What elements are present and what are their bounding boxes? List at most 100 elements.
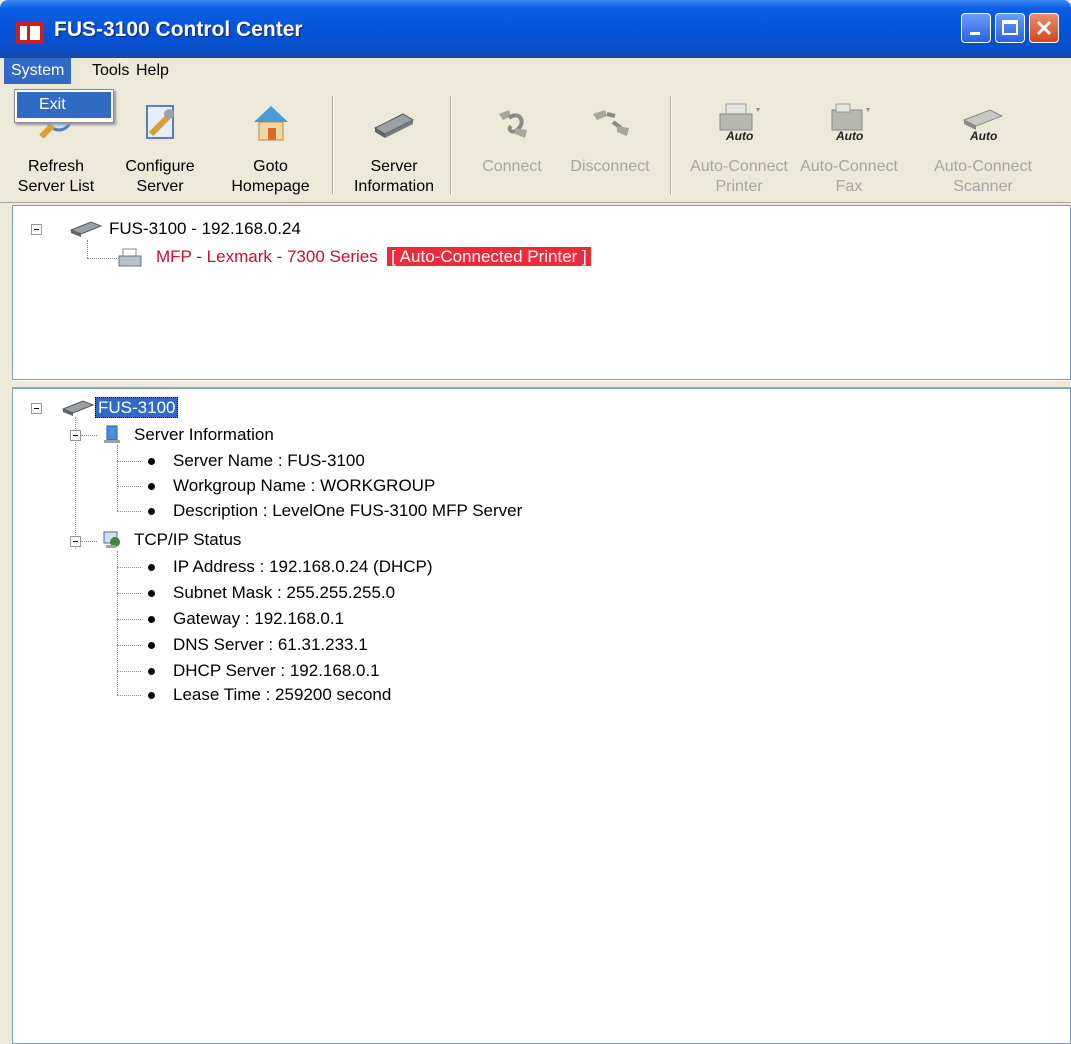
collapse-toggle[interactable] (70, 430, 81, 441)
printer-icon (118, 248, 142, 267)
tree-line (117, 486, 141, 487)
tree-line (87, 258, 117, 259)
tree-line (117, 511, 141, 512)
menu-exit[interactable]: Exit (17, 92, 111, 118)
detail-item: Workgroup Name : WORKGROUP (173, 476, 436, 495)
collapse-toggle[interactable] (70, 536, 81, 547)
home-icon (253, 106, 288, 141)
collapse-toggle[interactable] (31, 403, 42, 414)
levelone-logo-icon (16, 22, 44, 44)
auto-fax-label-2: Fax (835, 178, 863, 195)
bullet-icon (148, 508, 155, 515)
auto-connect-fax-button[interactable]: Auto Auto-Connect Fax (796, 100, 902, 200)
tree-line (81, 435, 97, 436)
status-badge: [ Auto-Connected Printer ] (387, 247, 591, 266)
server-information-button[interactable]: Server Information (348, 100, 440, 200)
device-list-item[interactable]: MFP - Lexmark - 7300 Series [ Auto-Conne… (156, 246, 591, 268)
configure-server-button[interactable]: Configure Server (120, 100, 200, 200)
detail-item: IP Address : 192.168.0.24 (DHCP) (173, 557, 433, 576)
group-server-information[interactable]: Server Information (134, 424, 274, 446)
tree-line (117, 671, 141, 672)
group-tcpip-status[interactable]: TCP/IP Status (134, 529, 241, 551)
wrench-icon (146, 105, 174, 139)
system-dropdown-menu: Exit (14, 89, 114, 123)
tree-line (87, 240, 88, 258)
toolbar-separator (670, 96, 672, 194)
detail-item: Server Name : FUS-3100 (173, 451, 365, 470)
printer-icon: Auto (719, 103, 760, 143)
pane-splitter[interactable] (12, 380, 1071, 388)
server-device-icon (61, 400, 95, 416)
configure-label-1: Configure (125, 158, 195, 175)
tree-line (81, 541, 97, 542)
auto-scanner-label-1: Auto-Connect (934, 158, 1032, 175)
app-window: FUS-3100 Control Center System Tools Hel… (0, 0, 1071, 1044)
tree-line (117, 645, 141, 646)
title-bar[interactable]: FUS-3100 Control Center (0, 0, 1071, 58)
bullet-icon (148, 642, 155, 649)
fax-icon: Auto (831, 103, 870, 143)
close-button[interactable] (1029, 13, 1059, 43)
detail-item: Lease Time : 259200 second (173, 685, 392, 704)
server-device-icon (69, 221, 103, 237)
server-info-label-1: Server (370, 158, 418, 175)
bullet-icon (148, 616, 155, 623)
tree-line (117, 567, 141, 568)
menu-system[interactable]: System (4, 58, 72, 84)
toolbar-separator (450, 96, 452, 194)
homepage-label-1: Goto (253, 158, 288, 175)
collapse-toggle[interactable] (31, 224, 42, 235)
auto-connect-printer-button[interactable]: Auto Auto-Connect Printer (686, 100, 792, 200)
bullet-icon (148, 692, 155, 699)
disconnect-button[interactable]: Disconnect (560, 100, 660, 200)
bullet-icon (148, 458, 155, 465)
tree-root[interactable]: FUS-3100 (95, 397, 179, 419)
minimize-icon (970, 32, 980, 35)
maximize-button[interactable] (995, 13, 1025, 43)
window-title: FUS-3100 Control Center (54, 18, 303, 41)
bullet-icon (148, 590, 155, 597)
tree-line (117, 461, 141, 462)
bullet-icon (148, 483, 155, 490)
connect-button[interactable]: Connect (470, 100, 554, 200)
toolbar: Refresh Server List Configure Server Goto H… (0, 84, 1071, 203)
auto-printer-label-1: Auto-Connect (690, 158, 788, 175)
auto-badge: Auto (835, 129, 863, 143)
tree-line (117, 695, 141, 696)
device-name: MFP - Lexmark - 7300 Series (156, 247, 378, 266)
toolbar-separator (332, 96, 334, 194)
menu-bar: System Tools Help (0, 58, 1071, 84)
server-list-item[interactable]: FUS-3100 - 192.168.0.24 (109, 218, 301, 240)
close-icon (1036, 20, 1052, 36)
network-server-icon (104, 425, 120, 443)
auto-connect-scanner-button[interactable]: Auto Auto-Connect Scanner (928, 100, 1038, 200)
tree-line (117, 619, 141, 620)
minimize-button[interactable] (961, 13, 991, 43)
auto-printer-label-2: Printer (715, 178, 763, 195)
server-list-pane[interactable]: FUS-3100 - 192.168.0.24 MFP - Lexmark - … (12, 205, 1071, 380)
auto-badge: Auto (969, 129, 997, 143)
auto-scanner-label-2: Scanner (953, 178, 1013, 195)
homepage-label-2: Homepage (231, 178, 310, 195)
server-icon (373, 113, 415, 138)
tree-line (117, 551, 118, 695)
server-details-pane[interactable]: FUS-3100 Server Information Server Name … (12, 388, 1071, 1044)
detail-item: Subnet Mask : 255.255.255.0 (173, 583, 396, 602)
server-info-label-2: Information (353, 178, 435, 195)
bullet-icon (148, 564, 155, 571)
maximize-icon (1002, 20, 1018, 35)
configure-label-2: Server (136, 178, 184, 195)
connect-label: Connect (482, 158, 542, 175)
bullet-icon (148, 668, 155, 675)
disconnect-icon (593, 110, 629, 136)
detail-item: Description : LevelOne FUS-3100 MFP Serv… (173, 501, 523, 520)
scanner-icon: Auto (962, 109, 1004, 143)
goto-homepage-button[interactable]: Goto Homepage (223, 100, 318, 200)
network-status-icon (103, 531, 120, 548)
detail-item: Gateway : 192.168.0.1 (173, 609, 345, 628)
detail-item: DHCP Server : 192.168.0.1 (173, 661, 380, 680)
connect-icon (499, 110, 527, 138)
auto-fax-label-1: Auto-Connect (800, 158, 898, 175)
detail-item: DNS Server : 61.31.233.1 (173, 635, 368, 654)
menu-help[interactable]: Help (129, 58, 176, 84)
